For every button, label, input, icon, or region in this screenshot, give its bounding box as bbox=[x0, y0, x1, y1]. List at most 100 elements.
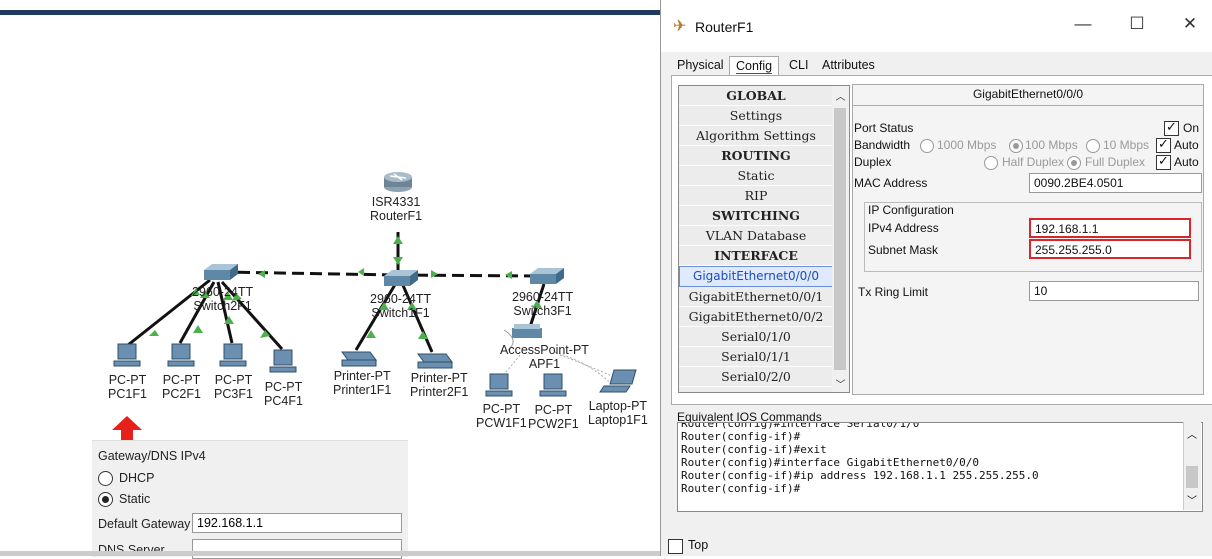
ipv4-address-field[interactable]: 192.168.1.1 bbox=[1029, 218, 1191, 238]
maximize-button[interactable]: ☐ bbox=[1122, 14, 1152, 34]
ios-command-line: Router(config-if)#exit bbox=[681, 443, 827, 456]
ios-command-line: Router(config)#interface GigabitEthernet… bbox=[681, 456, 980, 469]
port-on-checkbox[interactable] bbox=[1164, 119, 1179, 136]
port-on-label: On bbox=[1183, 121, 1200, 135]
interface-detail: GigabitEthernet0/0/0 Port Status On Band… bbox=[852, 84, 1204, 395]
pc2-label: PC-PT PC2F1 bbox=[162, 373, 201, 401]
ip-configuration-label: IP Configuration bbox=[868, 203, 954, 217]
config-nav-item[interactable]: INTERFACE bbox=[679, 246, 833, 266]
static-radio[interactable] bbox=[98, 492, 113, 507]
pc4-label: PC-PT PC4F1 bbox=[264, 380, 303, 408]
window-titlebar: ✈ RouterF1 — ☐ ✕ bbox=[661, 0, 1212, 52]
config-nav-item[interactable]: GLOBAL bbox=[679, 86, 833, 106]
top-checkbox-label: Top bbox=[688, 538, 709, 552]
tab-config[interactable]: Config bbox=[729, 56, 780, 77]
switch1-icon bbox=[384, 270, 418, 286]
config-nav-item[interactable]: Algorithm Settings bbox=[679, 126, 833, 146]
mac-address-label: MAC Address bbox=[854, 176, 928, 190]
config-nav-item[interactable]: Serial0/1/0 bbox=[679, 327, 833, 347]
ios-scrollbar[interactable]: ︿ ﹀ bbox=[1183, 422, 1201, 510]
default-gateway-input[interactable] bbox=[192, 513, 402, 533]
switch3-icon bbox=[530, 268, 564, 284]
switch2-icon bbox=[204, 264, 238, 280]
config-nav-item[interactable]: GigabitEthernet0/0/1 bbox=[679, 287, 833, 307]
dhcp-label: DHCP bbox=[119, 471, 155, 485]
bw-1000-radio[interactable] bbox=[920, 139, 934, 153]
router-app-icon: ✈ bbox=[673, 18, 687, 35]
port-status-label: Port Status bbox=[854, 121, 914, 135]
tab-physical[interactable]: Physical bbox=[671, 56, 730, 76]
config-nav-item[interactable]: SWITCHING bbox=[679, 206, 833, 226]
gateway-dns-panel: Gateway/DNS IPv4 DHCP Static Default Gat… bbox=[92, 440, 408, 559]
bw-auto-checkbox[interactable] bbox=[1156, 136, 1171, 153]
ios-command-line: Router(config-if)#ip address 192.168.1.1… bbox=[681, 469, 1039, 482]
topology-canvas[interactable]: ISR4331 RouterF1 2960-24TT Switch2F1 2960-… bbox=[0, 0, 660, 559]
ios-scroll-down-icon[interactable]: ﹀ bbox=[1187, 492, 1197, 507]
config-nav-item[interactable]: ROUTING bbox=[679, 146, 833, 166]
red-arrow-icon bbox=[112, 416, 142, 442]
switch1-label: 2960-24TT Switch1F1 bbox=[370, 292, 432, 320]
tx-ring-limit-label: Tx Ring Limit bbox=[858, 285, 929, 299]
config-nav-item[interactable]: Settings bbox=[679, 106, 833, 126]
tab-attributes[interactable]: Attributes bbox=[816, 56, 881, 76]
scroll-thumb[interactable] bbox=[834, 108, 846, 370]
config-nav-item[interactable]: RIP bbox=[679, 186, 833, 206]
switch3-label: 2960-24TT Switch3F1 bbox=[512, 290, 574, 318]
ios-scroll-up-icon[interactable]: ︿ bbox=[1187, 426, 1197, 441]
pc3-label: PC-PT PC3F1 bbox=[214, 373, 253, 401]
config-nav-scrollbar[interactable]: ︿ ﹀ bbox=[832, 85, 850, 393]
bw-10-label: 10 Mbps bbox=[1103, 138, 1150, 152]
default-gateway-label: Default Gateway bbox=[98, 517, 191, 531]
minimize-button[interactable]: — bbox=[1068, 14, 1098, 34]
dhcp-radio[interactable] bbox=[98, 471, 113, 486]
half-duplex-label: Half Duplex bbox=[1002, 155, 1065, 169]
scroll-down-icon[interactable]: ﹀ bbox=[832, 376, 849, 391]
ios-scroll-thumb[interactable] bbox=[1186, 466, 1198, 488]
scroll-up-icon[interactable]: ︿ bbox=[832, 88, 849, 103]
duplex-auto-checkbox[interactable] bbox=[1156, 153, 1171, 170]
config-nav-item[interactable]: Serial0/2/0 bbox=[679, 367, 833, 387]
interface-header: GigabitEthernet0/0/0 bbox=[853, 85, 1203, 106]
bw-1000-label: 1000 Mbps bbox=[937, 138, 997, 152]
router-window: ✈ RouterF1 — ☐ ✕ Physical Config CLI Att… bbox=[660, 0, 1212, 556]
ios-commands-output: Router(config)#interface Serial0/1/0 Rout… bbox=[677, 422, 1203, 512]
config-nav-item[interactable]: Serial0/1/1 bbox=[679, 347, 833, 367]
bw-auto-label: Auto bbox=[1174, 138, 1199, 152]
mac-address-field[interactable]: 0090.2BE4.0501 bbox=[1029, 173, 1202, 193]
static-label: Static bbox=[119, 492, 151, 506]
bw-100-radio[interactable] bbox=[1009, 139, 1023, 153]
tx-ring-limit-field[interactable]: 10 bbox=[1029, 281, 1199, 301]
subnet-mask-field[interactable]: 255.255.255.0 bbox=[1029, 239, 1191, 259]
top-checkbox[interactable] bbox=[668, 539, 683, 554]
topology-links bbox=[113, 172, 637, 397]
router-icon bbox=[384, 172, 412, 192]
half-duplex-radio[interactable] bbox=[984, 156, 998, 170]
config-nav-item[interactable]: VLAN Database bbox=[679, 226, 833, 246]
config-nav-list: GLOBAL Settings Algorithm Settings ROUTING S… bbox=[678, 85, 834, 393]
printer2-label: Printer-PT Printer2F1 bbox=[410, 371, 469, 399]
switch2-label: 2960-24TT Switch2F1 bbox=[192, 285, 254, 313]
canvas-bottom-border bbox=[0, 551, 660, 556]
config-nav-item[interactable]: GigabitEthernet0/0/2 bbox=[679, 307, 833, 327]
duplex-label: Duplex bbox=[854, 155, 892, 169]
printer-icons bbox=[341, 351, 453, 369]
bw-10-radio[interactable] bbox=[1086, 139, 1100, 153]
gateway-panel-title: Gateway/DNS IPv4 bbox=[98, 449, 206, 463]
full-duplex-radio[interactable] bbox=[1067, 156, 1081, 170]
subnet-mask-label: Subnet Mask bbox=[868, 243, 939, 257]
config-nav-item[interactable]: Serial0/2/1 bbox=[679, 387, 833, 392]
close-button[interactable]: ✕ bbox=[1175, 14, 1205, 34]
duplex-auto-label: Auto bbox=[1174, 155, 1199, 169]
full-duplex-label: Full Duplex bbox=[1085, 155, 1146, 169]
ios-command-line: Router(config)#interface Serial0/1/0 bbox=[681, 422, 920, 430]
pcw1-label: PC-PT PCW1F1 bbox=[476, 402, 527, 430]
ipv4-address-label: IPv4 Address bbox=[868, 221, 939, 235]
laptop-label: Laptop-PT Laptop1F1 bbox=[588, 399, 648, 427]
bandwidth-label: Bandwidth bbox=[854, 138, 911, 152]
config-nav-item[interactable]: Static bbox=[679, 166, 833, 186]
tab-cli[interactable]: CLI bbox=[783, 56, 814, 76]
dns-server-input[interactable] bbox=[192, 539, 402, 559]
config-nav-item[interactable]: GigabitEthernet0/0/0 bbox=[679, 266, 833, 287]
ios-command-line: Router(config-if)# bbox=[681, 482, 801, 495]
bw-100-label: 100 Mbps bbox=[1025, 138, 1078, 152]
